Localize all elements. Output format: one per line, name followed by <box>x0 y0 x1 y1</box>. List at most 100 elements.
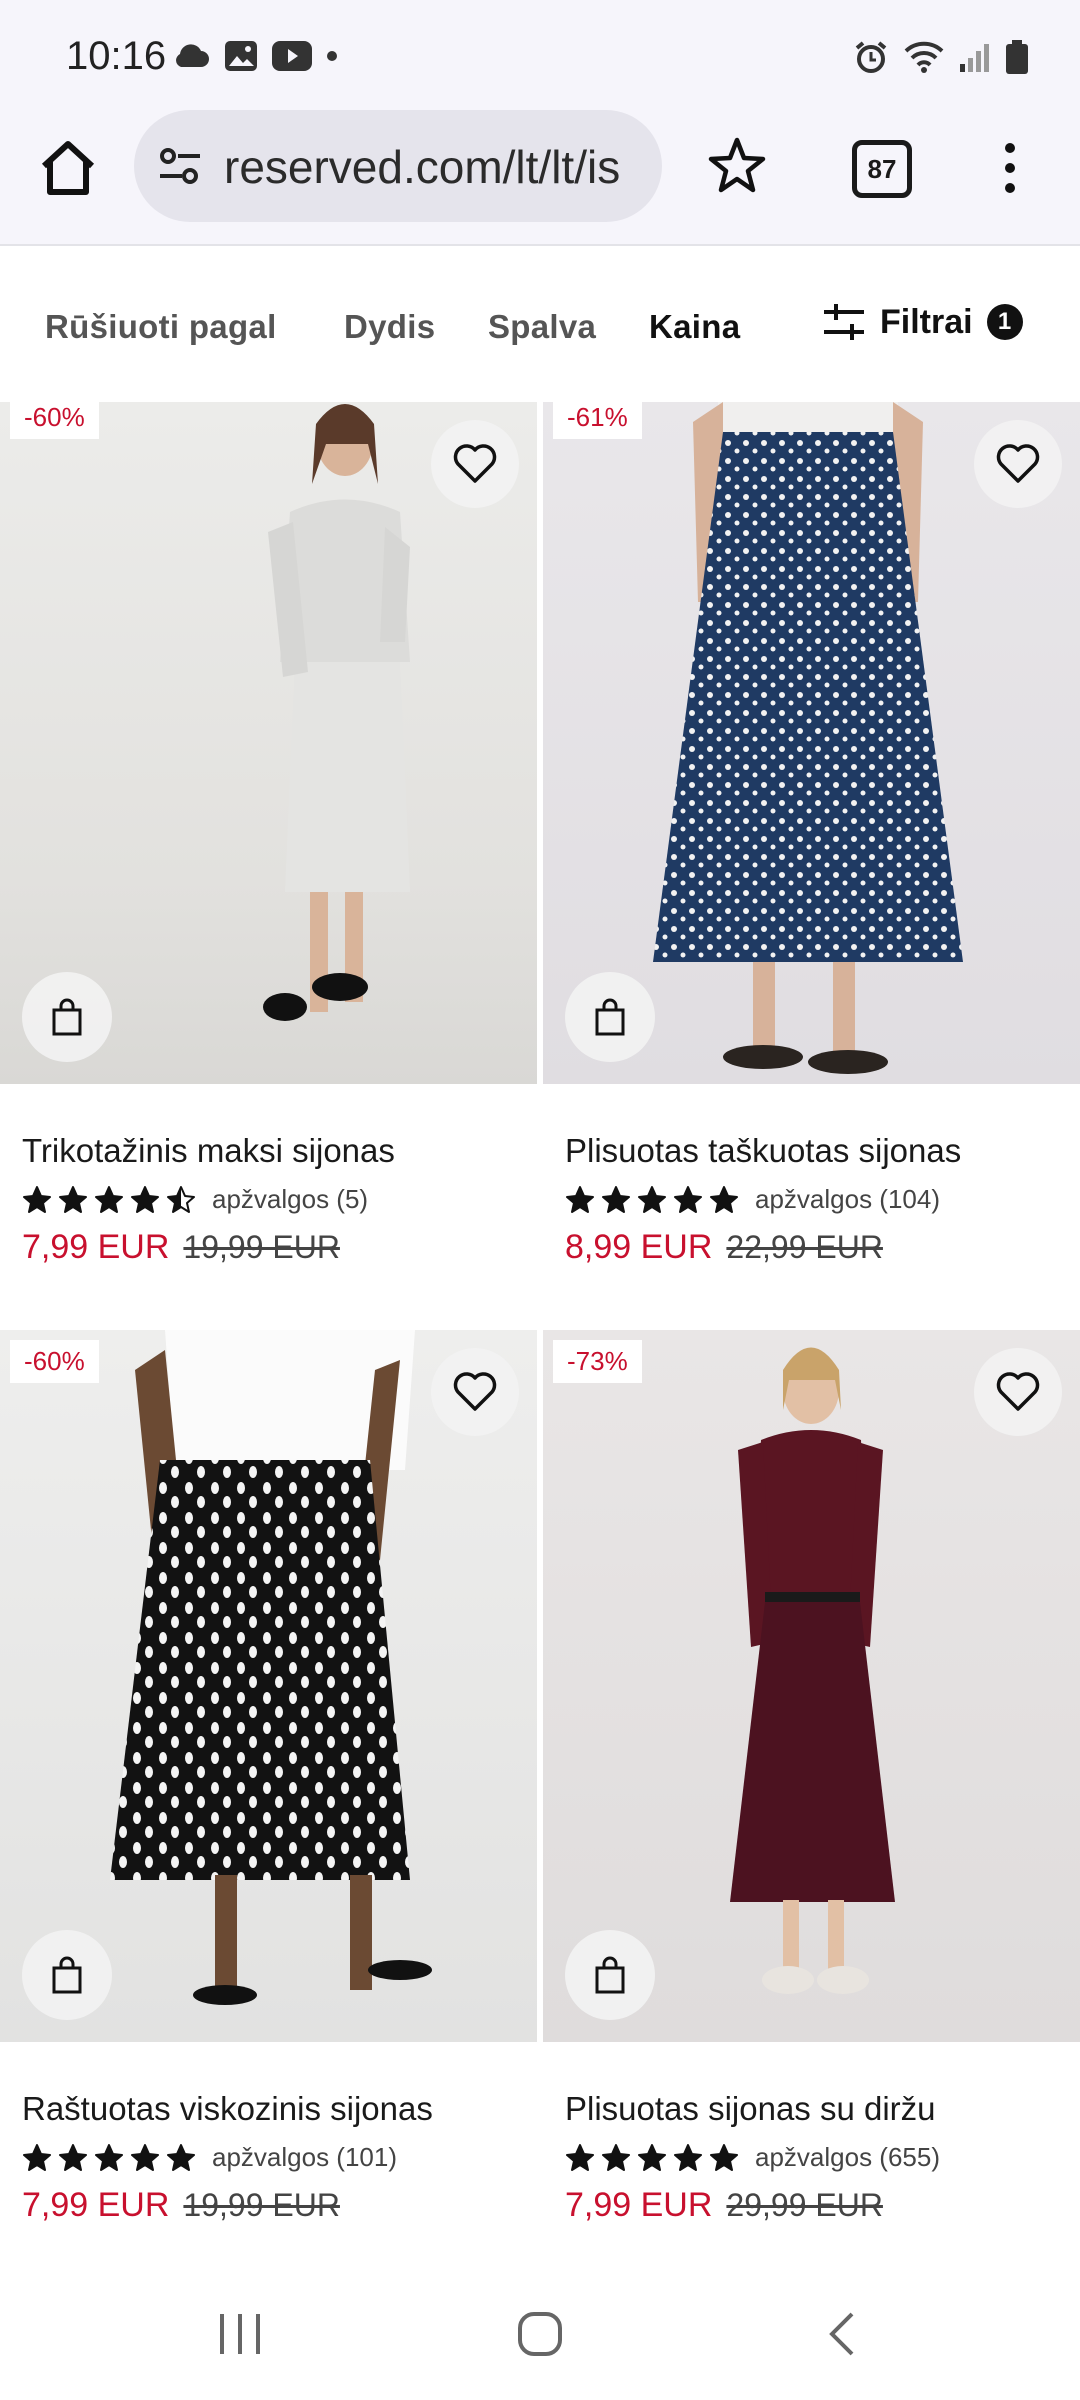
url-text: reserved.com/lt/lt/is <box>224 141 621 193</box>
reviews-count[interactable]: apžvalgos (101) <box>212 2142 397 2173</box>
product-prices: 7,99 EUR 29,99 EUR <box>565 2186 883 2225</box>
notification-icons <box>172 40 338 72</box>
size-filter[interactable]: Dydis <box>344 308 435 346</box>
filters-button[interactable]: Filtrai 1 <box>822 302 1023 342</box>
add-to-bag-button[interactable] <box>565 1930 655 2020</box>
product-rating: apžvalgos (101) <box>22 2142 397 2173</box>
product-name[interactable]: Raštuotas viskozinis sijonas <box>22 2090 433 2128</box>
reviews-count[interactable]: apžvalgos (104) <box>755 1184 940 1215</box>
add-to-wishlist-button[interactable] <box>431 420 519 508</box>
sale-price: 7,99 EUR <box>565 2186 713 2224</box>
original-price: 29,99 EUR <box>726 2187 883 2223</box>
star-full-icon <box>638 2143 666 2171</box>
filters-label: Filtrai <box>880 302 973 341</box>
menu-icon[interactable] <box>990 138 1030 198</box>
star-full-icon <box>23 1185 51 1213</box>
sort-button[interactable]: Rūšiuoti pagal <box>45 308 277 346</box>
product-image[interactable]: -73% <box>543 1330 1080 2042</box>
wifi-icon <box>904 41 944 73</box>
product-name[interactable]: Trikotažinis maksi sijonas <box>22 1132 395 1170</box>
original-price: 22,99 EUR <box>726 1229 883 1265</box>
product-name[interactable]: Plisuotas taškuotas sijonas <box>565 1132 961 1170</box>
star-full-icon <box>59 1185 87 1213</box>
price-filter[interactable]: Kaina <box>649 308 740 346</box>
star-full-icon <box>566 1185 594 1213</box>
star-full-icon <box>95 1185 123 1213</box>
sale-price: 7,99 EUR <box>22 1228 170 1266</box>
add-to-bag-button[interactable] <box>565 972 655 1062</box>
star-full-icon <box>638 1185 666 1213</box>
add-to-bag-button[interactable] <box>22 972 112 1062</box>
star-full-icon <box>23 2143 51 2171</box>
alarm-icon <box>855 41 887 73</box>
bag-icon <box>52 998 82 1036</box>
battery-icon <box>1006 40 1028 74</box>
add-to-wishlist-button[interactable] <box>974 420 1062 508</box>
cloud-icon <box>176 44 209 67</box>
heart-icon <box>453 444 497 483</box>
add-to-wishlist-button[interactable] <box>974 1348 1062 1436</box>
site-settings-icon[interactable] <box>156 142 204 190</box>
original-price: 19,99 EUR <box>183 1229 340 1265</box>
product-rating: apžvalgos (104) <box>565 1184 940 1215</box>
product-image[interactable]: -60% <box>0 1330 537 2042</box>
star-full-icon <box>710 1185 738 1213</box>
product-card[interactable]: -73% Plisuotas sijonas su diržu apžvalgo… <box>543 1330 1080 2270</box>
filters-count-badge: 1 <box>986 304 1023 340</box>
status-time: 10:16 <box>66 34 167 78</box>
star-full-icon <box>167 2143 195 2171</box>
dot-icon <box>327 51 337 61</box>
star-full-icon <box>674 1185 702 1213</box>
back-icon[interactable] <box>824 2310 860 2358</box>
product-card[interactable]: -60% Raštuotas viskozinis sijonas apžval… <box>0 1330 537 2270</box>
star-full-icon <box>131 2143 159 2171</box>
product-card[interactable]: -60% Trikotažinis maksi sijonas apžvalgo… <box>0 402 537 1330</box>
discount-badge: -61% <box>553 402 642 439</box>
rating-stars <box>565 2143 739 2173</box>
gallery-icon <box>225 41 257 71</box>
bag-icon <box>595 998 625 1036</box>
product-image[interactable]: -61% <box>543 402 1080 1084</box>
color-filter[interactable]: Spalva <box>488 308 596 346</box>
rating-stars <box>22 1185 196 1215</box>
sale-price: 8,99 EUR <box>565 1228 713 1266</box>
add-to-wishlist-button[interactable] <box>431 1348 519 1436</box>
star-half-icon <box>167 1185 195 1213</box>
bag-icon <box>595 1956 625 1994</box>
product-image[interactable]: -60% <box>0 402 537 1084</box>
star-full-icon <box>95 2143 123 2171</box>
product-prices: 8,99 EUR 22,99 EUR <box>565 1228 883 1267</box>
star-full-icon <box>602 1185 630 1213</box>
reviews-count[interactable]: apžvalgos (655) <box>755 2142 940 2173</box>
browser-toolbar: reserved.com/lt/lt/is 87 <box>0 110 1080 246</box>
add-to-bag-button[interactable] <box>22 1930 112 2020</box>
home-nav-icon[interactable] <box>516 2310 564 2358</box>
product-card[interactable]: -61% Plisuotas taškuotas sijonas apžvalg… <box>543 402 1080 1330</box>
star-full-icon <box>674 2143 702 2171</box>
reviews-count[interactable]: apžvalgos (5) <box>212 1184 368 1215</box>
rating-stars <box>22 2143 196 2173</box>
bag-icon <box>52 1956 82 1994</box>
star-full-icon <box>566 2143 594 2171</box>
star-full-icon <box>59 2143 87 2171</box>
star-full-icon <box>710 2143 738 2171</box>
star-full-icon <box>602 2143 630 2171</box>
home-icon[interactable] <box>36 136 100 200</box>
filters-icon <box>824 304 864 340</box>
heart-icon <box>996 1372 1040 1411</box>
product-name[interactable]: Plisuotas sijonas su diržu <box>565 2090 936 2128</box>
product-prices: 7,99 EUR 19,99 EUR <box>22 1228 340 1267</box>
star-icon[interactable] <box>706 134 768 196</box>
address-bar[interactable]: reserved.com/lt/lt/is <box>134 110 662 222</box>
rating-stars <box>565 1185 739 1215</box>
status-bar: 10:16 <box>0 0 1080 110</box>
tabs-icon[interactable]: 87 <box>852 140 912 198</box>
signal-icon <box>960 44 989 72</box>
recents-icon[interactable] <box>216 2310 264 2358</box>
system-icons <box>854 40 1028 74</box>
discount-badge: -60% <box>10 1340 99 1383</box>
star-full-icon <box>131 1185 159 1213</box>
filter-bar: Rūšiuoti pagal Dydis Spalva Kaina Filtra… <box>0 246 1080 402</box>
youtube-icon <box>272 41 312 71</box>
heart-icon <box>996 444 1040 483</box>
